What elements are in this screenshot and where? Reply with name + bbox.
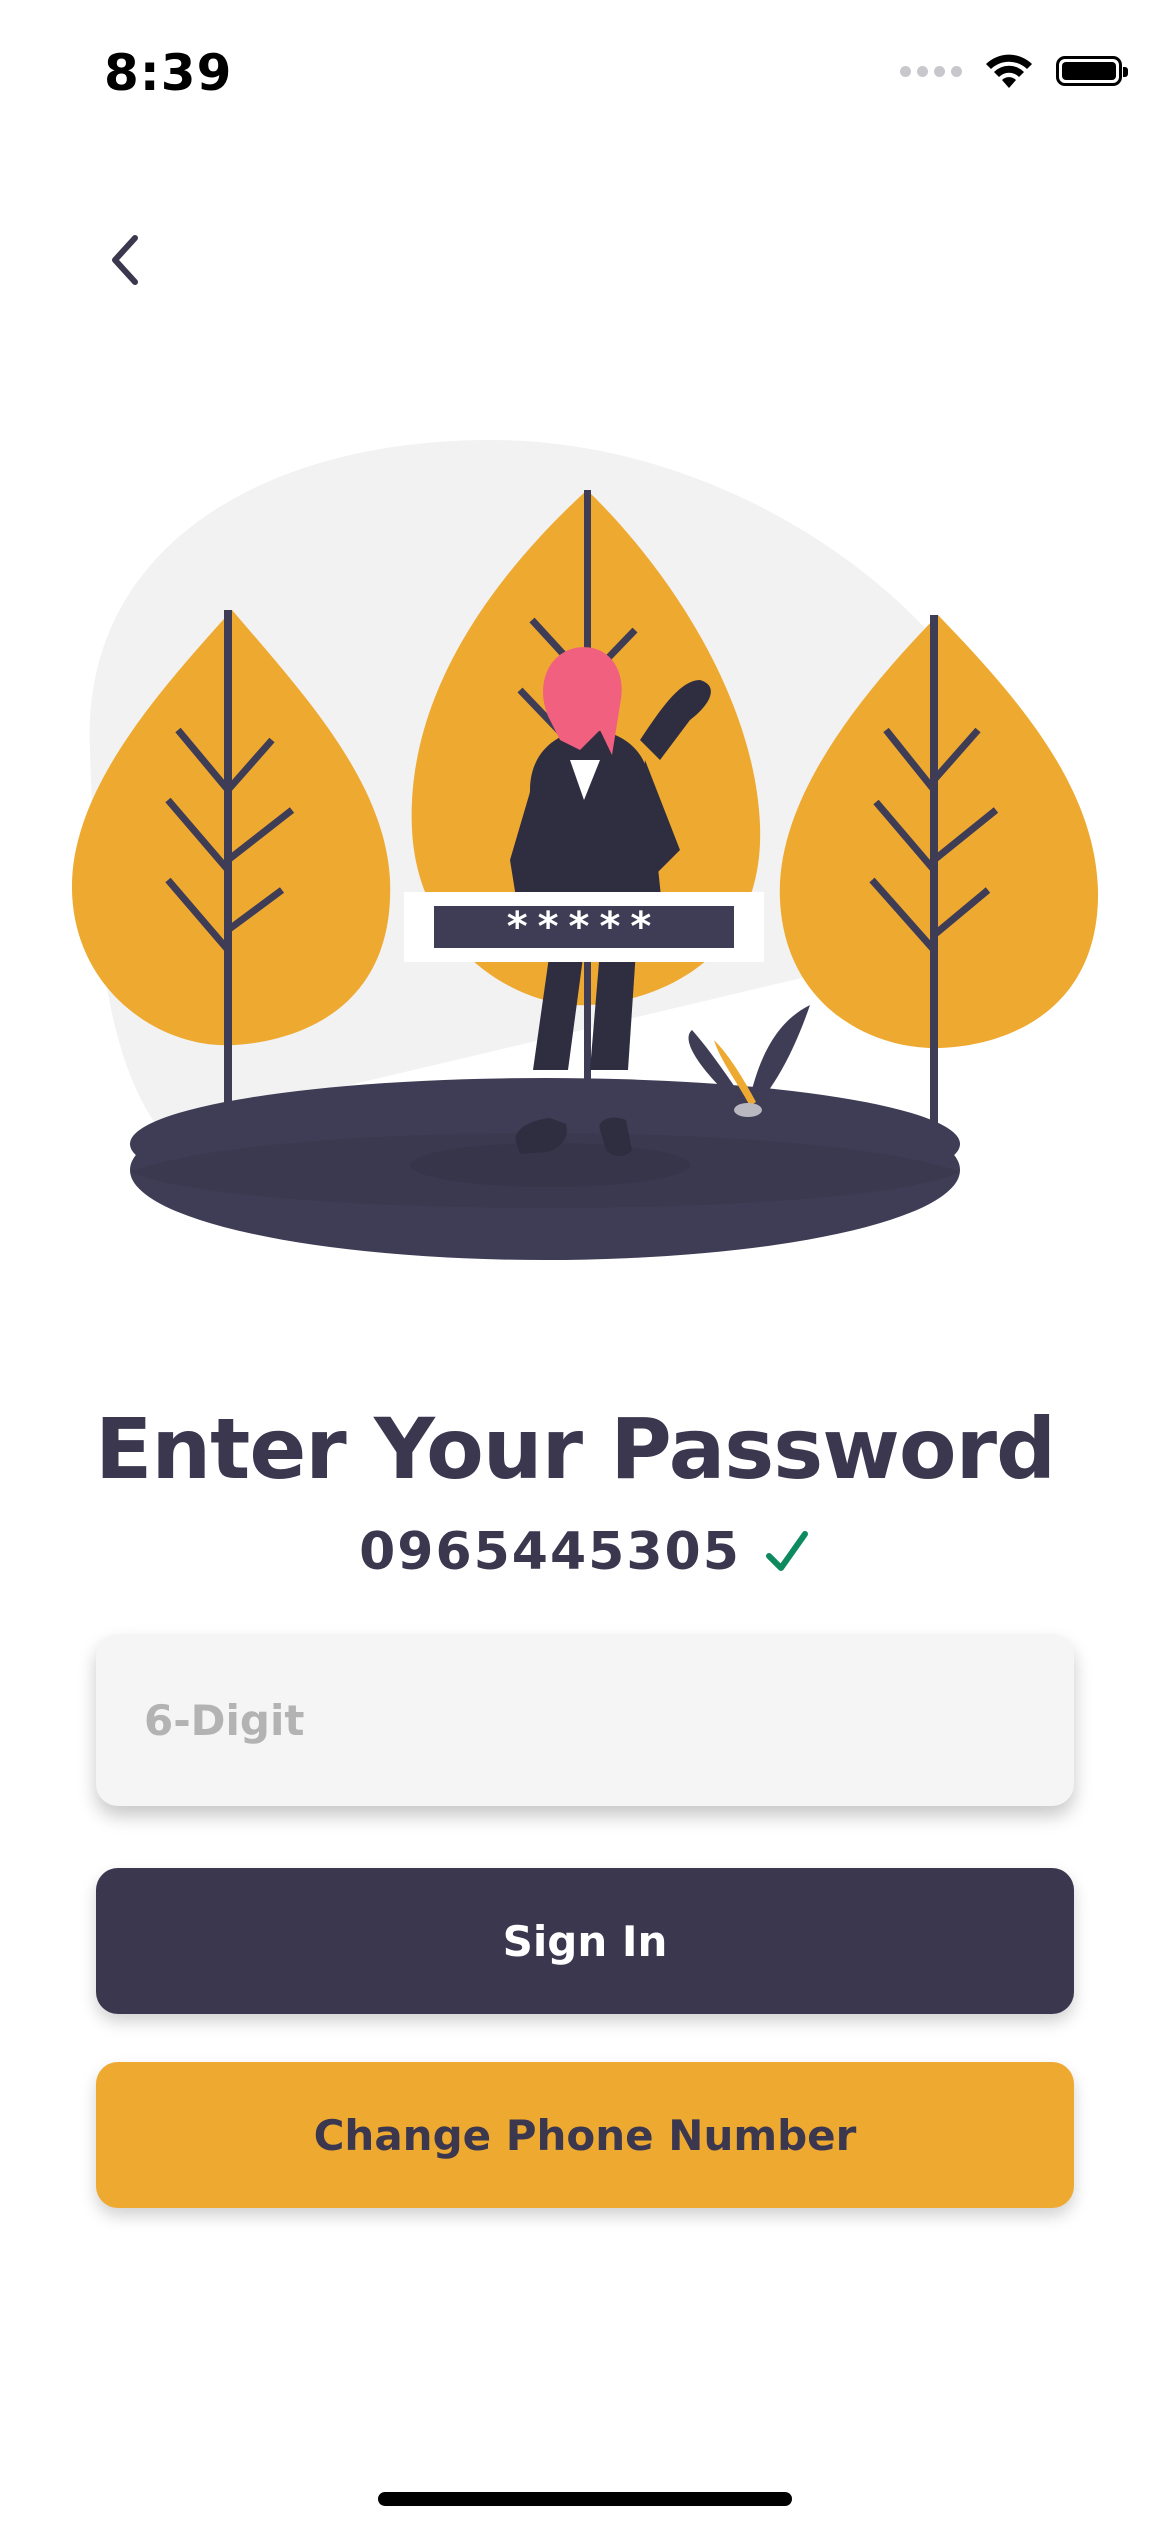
page-title: Enter Your Password — [95, 1400, 1056, 1498]
phone-row: 0965445305 — [0, 1522, 1170, 1582]
back-button[interactable] — [90, 220, 160, 300]
sign-in-button[interactable]: Sign In — [96, 1868, 1074, 2014]
home-indicator[interactable] — [378, 2492, 792, 2506]
verified-check-icon — [765, 1531, 808, 1571]
status-time: 8:39 — [104, 44, 233, 102]
battery-icon — [1056, 56, 1128, 86]
password-illustration: ***** — [71, 440, 1099, 1260]
status-icons — [900, 52, 1128, 90]
change-phone-number-button[interactable]: Change Phone Number — [96, 2062, 1074, 2208]
phone-number: 0965445305 — [359, 1522, 741, 1582]
status-bar: 8:39 — [0, 0, 1170, 150]
back-chevron-icon — [112, 235, 138, 285]
password-input[interactable] — [96, 1634, 1074, 1806]
password-mask-text: ***** — [507, 904, 662, 950]
signal-icon — [900, 65, 962, 77]
wifi-icon — [986, 54, 1032, 88]
password-field-container — [96, 1634, 1074, 1806]
